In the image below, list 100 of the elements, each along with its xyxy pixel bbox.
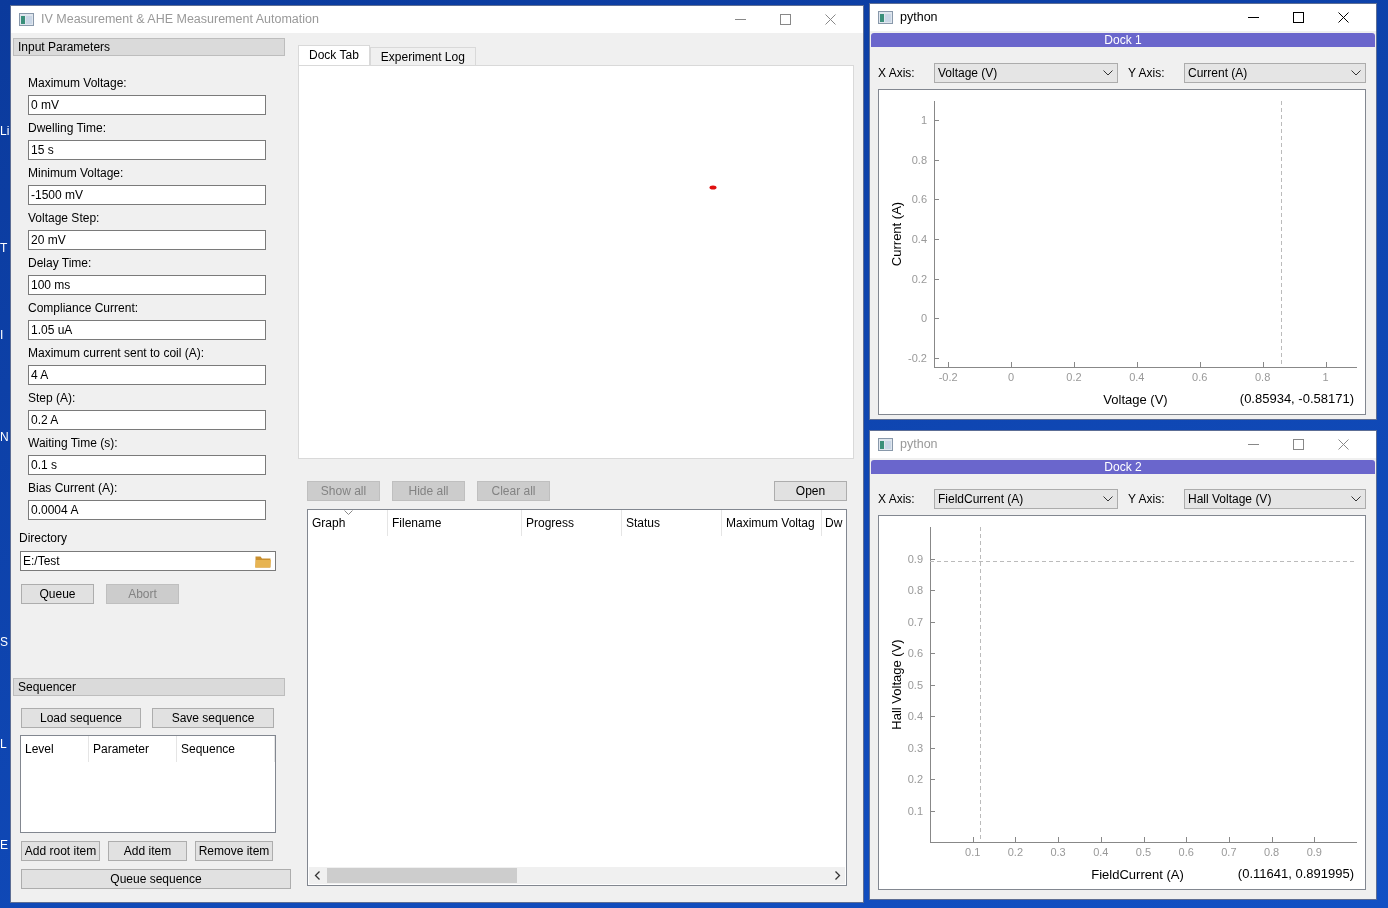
close-icon[interactable] — [1338, 12, 1349, 23]
axis-dropdown[interactable]: Voltage (V) — [934, 63, 1118, 83]
tick-label: 0.5 — [1135, 846, 1152, 858]
axis-title: FieldCurrent (A) — [1091, 867, 1184, 882]
column-header[interactable]: Progress — [522, 510, 622, 536]
text-field[interactable]: 0.1 s — [28, 455, 266, 475]
run-button[interactable]: Queue — [21, 584, 94, 604]
field-label: Maximum Voltage: — [28, 75, 128, 92]
tree-item-button[interactable]: Add root item — [21, 841, 100, 861]
axis-dropdown[interactable]: FieldCurrent (A) — [934, 489, 1118, 509]
field-label: Directory — [19, 530, 68, 547]
field-label: Bias Current (A): — [28, 480, 119, 497]
tick-label: 0.8 — [1263, 846, 1280, 858]
dock-title-bar[interactable]: Dock 2 — [871, 460, 1375, 474]
tick-label: 0.2 — [907, 773, 923, 785]
sequence-button[interactable]: Load sequence — [21, 708, 141, 728]
scrollbar-track[interactable] — [309, 867, 845, 884]
text-field[interactable]: 0 mV — [28, 95, 266, 115]
desktop-icon-label[interactable]: S — [0, 635, 8, 649]
tick-label: 0.6 — [1178, 846, 1194, 858]
queue-sequence-button[interactable]: Queue sequence — [21, 869, 291, 889]
tick-label: -0.2 — [938, 371, 958, 383]
window-title: IV Measurement & AHE Measurement Automation — [41, 12, 320, 27]
directory-field[interactable]: E:/Test — [20, 551, 276, 571]
tick-label: 0.7 — [907, 615, 923, 628]
tree-item-button[interactable]: Add item — [108, 841, 187, 861]
text-field[interactable]: 0.2 A — [28, 410, 266, 430]
chevron-icon[interactable] — [1103, 496, 1113, 502]
text-field[interactable]: 100 ms — [28, 275, 266, 295]
axis-title: Current (A) — [889, 201, 904, 267]
tick-label: 0.2 — [911, 272, 927, 285]
app-icon — [878, 11, 893, 24]
column-header[interactable]: Dw — [822, 510, 846, 536]
column-header[interactable]: Level — [21, 736, 89, 762]
axis-label: X Axis: — [878, 491, 916, 507]
sequence-tree[interactable]: Level Parameter Sequence — [20, 735, 276, 833]
tick-label: 0.8 — [911, 153, 927, 166]
tick-label: 0.6 — [911, 193, 927, 206]
folder-icon[interactable] — [255, 554, 271, 568]
tick-label: 0.3 — [1050, 846, 1066, 858]
maximize-icon[interactable] — [1293, 12, 1304, 23]
tick-label: 1 — [920, 114, 927, 127]
desktop-icon-label[interactable]: N — [0, 430, 9, 444]
field-label: Step (A): — [28, 390, 77, 407]
field-label: Maximum current sent to coil (A): — [28, 345, 206, 362]
scroll-left-icon[interactable] — [314, 871, 322, 880]
chevron-icon[interactable] — [1103, 70, 1113, 76]
tick-label: 0.2 — [1066, 371, 1082, 383]
desktop-icon-label[interactable]: E — [0, 838, 8, 852]
tick-label: 0.4 — [907, 710, 923, 722]
tick-label: 0.2 — [1007, 846, 1024, 858]
desktop-icon-label[interactable]: Li — [0, 124, 10, 138]
axis-dropdown[interactable]: Current (A) — [1184, 63, 1366, 83]
open-button[interactable]: Open — [774, 481, 847, 501]
axis-label: X Axis: — [878, 65, 916, 81]
tab[interactable]: Experiment Log — [369, 47, 476, 65]
tick-label: 0.7 — [1221, 846, 1237, 858]
sort-icon[interactable] — [344, 510, 353, 515]
scrollbar-thumb[interactable] — [327, 868, 517, 883]
window-title: python — [900, 10, 939, 25]
text-field[interactable]: 20 mV — [28, 230, 266, 250]
desktop-icon-label[interactable]: L — [0, 737, 7, 751]
scroll-right-icon[interactable] — [833, 871, 841, 880]
column-header[interactable]: Parameter — [89, 736, 177, 762]
cursor-readout: (0.85934, -0.58171) — [1239, 391, 1354, 406]
axis-dropdown[interactable]: Hall Voltage (V) — [1184, 489, 1366, 509]
column-header[interactable]: Maximum Voltag — [722, 510, 822, 536]
tick-label: 0.4 — [1093, 846, 1109, 858]
desktop-icon-label[interactable]: T — [0, 241, 8, 255]
tick-label: 0.8 — [907, 584, 923, 596]
app-icon — [878, 438, 893, 451]
tick-label: 0.3 — [907, 741, 923, 754]
chevron-icon[interactable] — [1351, 496, 1361, 502]
tick-label: 0.1 — [965, 846, 981, 858]
column-header[interactable]: Status — [622, 510, 722, 536]
field-label: Delay Time: — [28, 255, 93, 272]
tick-label: 0.6 — [907, 647, 923, 659]
text-field[interactable]: -1500 mV — [28, 185, 266, 205]
field-label: Waiting Time (s): — [28, 435, 119, 452]
desktop-icon-label[interactable]: I — [0, 328, 4, 342]
column-header[interactable]: Sequence — [177, 736, 275, 762]
sequence-button[interactable]: Save sequence — [152, 708, 274, 728]
text-field[interactable]: 0.0004 A — [28, 500, 266, 520]
tick-label: 0.8 — [1255, 371, 1271, 383]
tick-label: 0 — [1008, 371, 1015, 383]
axis-label: Y Axis: — [1128, 65, 1166, 81]
field-label: Minimum Voltage: — [28, 165, 125, 182]
section-header: Sequencer — [13, 678, 285, 696]
tree-item-button[interactable]: Remove item — [195, 841, 273, 861]
window-title: python — [900, 437, 939, 452]
text-field[interactable]: 4 A — [28, 365, 266, 385]
chevron-icon[interactable] — [1351, 70, 1361, 76]
tab[interactable]: Dock Tab — [298, 45, 370, 65]
text-field[interactable]: 15 s — [28, 140, 266, 160]
field-label: Voltage Step: — [28, 210, 101, 227]
tick-label: 0.9 — [907, 552, 923, 565]
text-field[interactable]: 1.05 uA — [28, 320, 266, 340]
column-header[interactable]: Graph — [308, 510, 388, 536]
column-header[interactable]: Filename — [388, 510, 522, 536]
dock-title-bar[interactable]: Dock 1 — [871, 33, 1375, 47]
